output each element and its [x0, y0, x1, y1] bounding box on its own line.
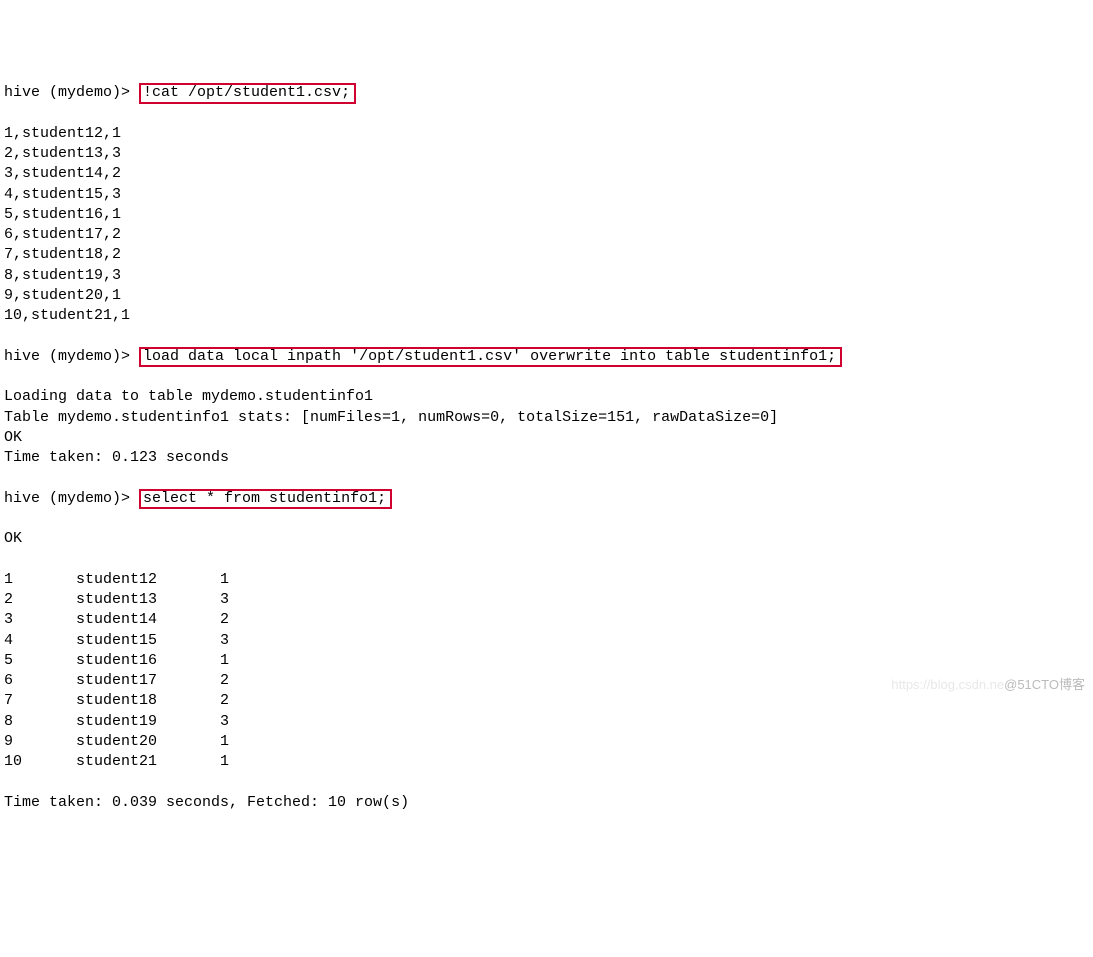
csv-row: 4,student15,3: [4, 185, 1089, 205]
csv-row: 8,student19,3: [4, 266, 1089, 286]
watermark-right: @51CTO博客: [1004, 677, 1085, 692]
prompt-3: hive (mydemo)>: [4, 490, 139, 507]
load-output-line: Loading data to table mydemo.studentinfo…: [4, 387, 1089, 407]
command-cat: !cat /opt/student1.csv;: [139, 83, 356, 104]
load-output-line: Time taken: 0.123 seconds: [4, 448, 1089, 468]
prompt-1: hive (mydemo)>: [4, 84, 139, 101]
select-ok: OK: [4, 529, 1089, 549]
csv-row: 9,student20,1: [4, 286, 1089, 306]
table-row: 3 student14 2: [4, 610, 1089, 630]
prompt-line-1: hive (mydemo)> !cat /opt/student1.csv;: [4, 83, 1089, 104]
load-output: Loading data to table mydemo.studentinfo…: [4, 387, 1089, 468]
final-time: Time taken: 0.039 seconds, Fetched: 10 r…: [4, 793, 1089, 813]
load-output-line: OK: [4, 428, 1089, 448]
csv-row: 3,student14,2: [4, 164, 1089, 184]
csv-row: 6,student17,2: [4, 225, 1089, 245]
table-row: 10 student21 1: [4, 752, 1089, 772]
csv-output: 1,student12,12,student13,33,student14,24…: [4, 124, 1089, 327]
csv-row: 10,student21,1: [4, 306, 1089, 326]
command-load: load data local inpath '/opt/student1.cs…: [139, 347, 842, 368]
csv-row: 1,student12,1: [4, 124, 1089, 144]
table-row: 4 student15 3: [4, 631, 1089, 651]
watermark-left: https://blog.csdn.ne: [891, 677, 1004, 692]
select-output: 1 student12 12 student13 33 student14 24…: [4, 570, 1089, 773]
csv-row: 5,student16,1: [4, 205, 1089, 225]
table-row: 1 student12 1: [4, 570, 1089, 590]
table-row: 7 student18 2: [4, 691, 1089, 711]
table-row: 5 student16 1: [4, 651, 1089, 671]
table-row: 8 student19 3: [4, 712, 1089, 732]
command-select: select * from studentinfo1;: [139, 489, 392, 510]
watermark: https://blog.csdn.ne@51CTO博客: [891, 676, 1085, 694]
csv-row: 2,student13,3: [4, 144, 1089, 164]
table-row: 2 student13 3: [4, 590, 1089, 610]
load-output-line: Table mydemo.studentinfo1 stats: [numFil…: [4, 408, 1089, 428]
prompt-line-2: hive (mydemo)> load data local inpath '/…: [4, 347, 1089, 368]
prompt-2: hive (mydemo)>: [4, 348, 139, 365]
prompt-line-3: hive (mydemo)> select * from studentinfo…: [4, 489, 1089, 510]
table-row: 9 student20 1: [4, 732, 1089, 752]
csv-row: 7,student18,2: [4, 245, 1089, 265]
